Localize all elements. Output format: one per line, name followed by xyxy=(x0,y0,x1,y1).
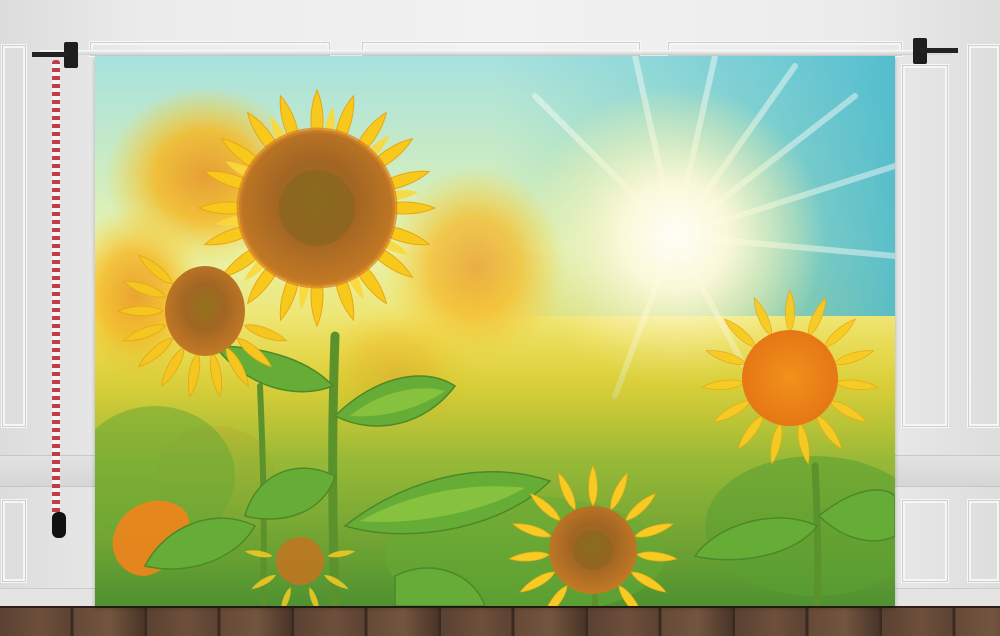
clamp-arm xyxy=(32,52,68,57)
sunflower-backdrop-photo xyxy=(95,56,895,606)
wall-panel xyxy=(2,45,26,427)
wall-panel xyxy=(2,500,26,582)
counterweight-chain-icon xyxy=(52,60,60,518)
counterweight xyxy=(52,512,66,538)
wall-panel xyxy=(968,500,1000,582)
sunflower-illustration xyxy=(95,56,895,606)
wall-panel xyxy=(902,65,948,427)
wooden-floor xyxy=(0,606,1000,636)
clamp-arm xyxy=(920,48,958,53)
wall-panel xyxy=(968,45,1000,427)
wall-panel xyxy=(902,500,948,582)
backdrop-crossbar xyxy=(40,50,952,55)
